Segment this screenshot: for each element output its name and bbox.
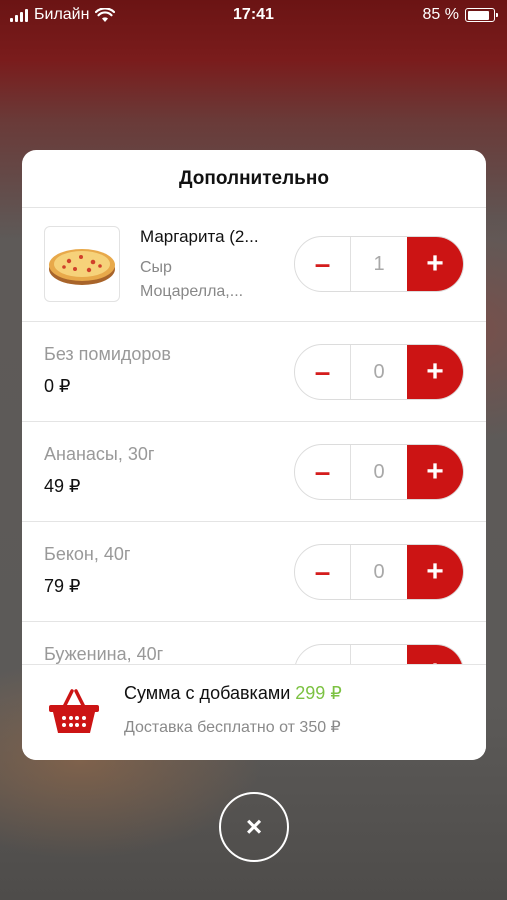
pizza-image xyxy=(49,249,115,285)
increment-button[interactable]: + xyxy=(407,345,463,399)
addon-price: 0 ₽ xyxy=(44,376,71,396)
increment-button[interactable]: + xyxy=(407,445,463,499)
addon-name: Ананасы, 30г xyxy=(44,444,155,464)
addon-name: Бекон, 40г xyxy=(44,544,131,564)
addon-name: Буженина, 40г xyxy=(44,644,164,664)
addon-row: Ананасы, 30г 49 ₽ – 0 + xyxy=(22,422,486,522)
close-button[interactable]: × xyxy=(219,792,289,862)
quantity-value: 0 xyxy=(351,645,407,665)
addons-list[interactable]: Маргарита (2... Сыр Моцарелла,... – 1 + … xyxy=(22,208,486,664)
addon-row: Буженина, 40г – 0 + xyxy=(22,622,486,664)
decrement-button[interactable]: – xyxy=(295,237,351,291)
delivery-note: Доставка бесплатно от 350 ₽ xyxy=(124,719,341,736)
quantity-value: 0 xyxy=(373,360,385,383)
addon-stepper: – 0 + xyxy=(294,444,464,500)
pizza-thumbnail xyxy=(44,226,120,302)
addon-name: Без помидоров xyxy=(44,344,171,364)
main-item-name: Маргарита (2... xyxy=(140,227,259,246)
increment-button[interactable]: + xyxy=(407,545,463,599)
addon-stepper: – 0 + xyxy=(294,544,464,600)
addon-stepper: – 0 + xyxy=(294,344,464,400)
increment-button[interactable]: + xyxy=(407,645,463,664)
addons-modal: Дополнительно Маргарита (2... Сыр Моцаре… xyxy=(22,150,486,760)
main-item-row: Маргарита (2... Сыр Моцарелла,... – 1 + xyxy=(22,208,486,322)
addon-row: Бекон, 40г 79 ₽ – 0 + xyxy=(22,522,486,622)
sum-value: 299 ₽ xyxy=(295,683,342,703)
order-summary: Сумма с добавками 299 ₽ Доставка бесплат… xyxy=(22,664,486,760)
decrement-button[interactable]: – xyxy=(295,345,351,399)
battery-percent: 85 % xyxy=(422,6,459,23)
main-item-description: Сыр Моцарелла,... xyxy=(140,259,244,300)
quantity-value: 1 xyxy=(373,252,385,275)
addon-row: Без помидоров 0 ₽ – 0 + xyxy=(22,322,486,422)
decrement-button[interactable]: – xyxy=(295,645,351,664)
quantity-value: 0 xyxy=(373,560,385,583)
increment-button[interactable]: + xyxy=(407,237,463,291)
decrement-button[interactable]: – xyxy=(295,545,351,599)
quantity-value: 0 xyxy=(373,460,385,483)
status-right: 85 % xyxy=(422,6,498,24)
main-item-stepper: – 1 + xyxy=(294,236,464,292)
modal-title: Дополнительно xyxy=(22,150,486,208)
sum-label: Сумма с добавками xyxy=(124,683,291,703)
battery-icon xyxy=(465,8,498,22)
addon-price: 79 ₽ xyxy=(44,576,81,596)
decrement-button[interactable]: – xyxy=(295,445,351,499)
status-bar: Билайн 17:41 85 % xyxy=(0,0,507,32)
addon-stepper: – 0 + xyxy=(294,644,464,664)
basket-icon xyxy=(49,689,99,733)
sum-text: Сумма с добавками 299 ₽ xyxy=(124,683,342,704)
addon-price: 49 ₽ xyxy=(44,476,81,496)
